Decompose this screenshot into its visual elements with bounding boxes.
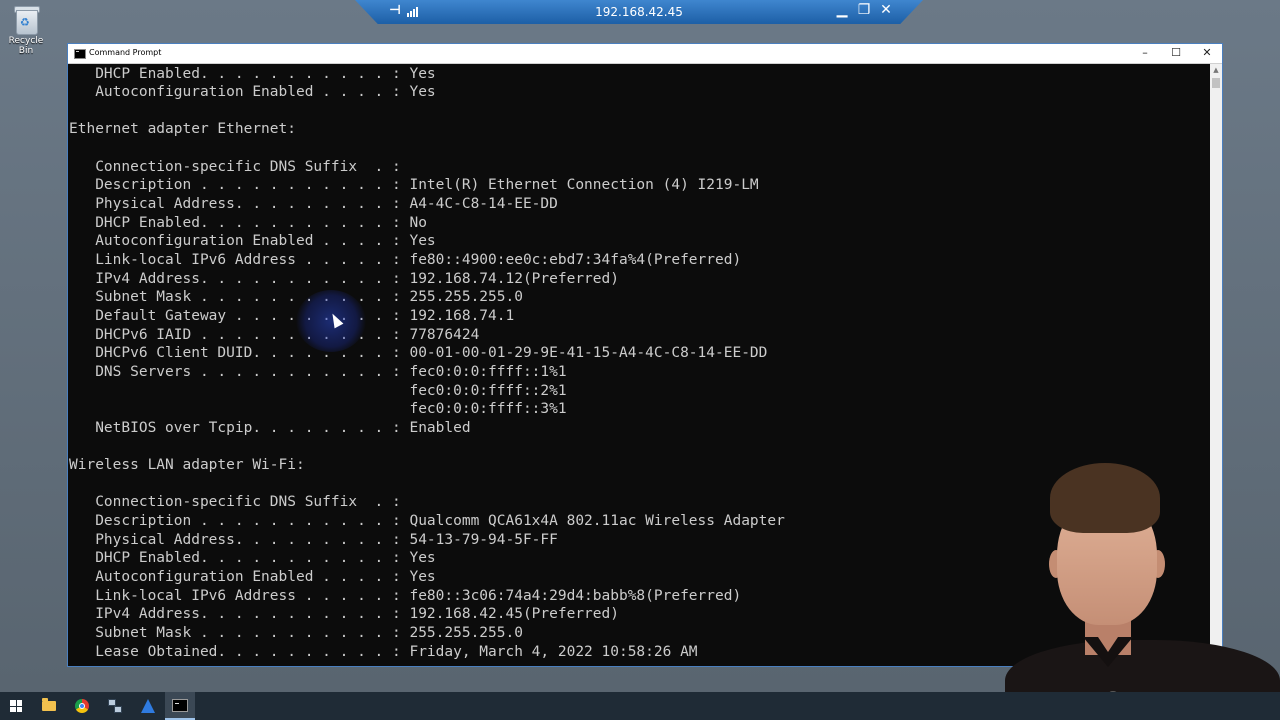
console-line: Link-local IPv6 Address . . . . . : fe80… — [69, 587, 742, 604]
console-line: DNS Servers . . . . . . . . . . . : fec0… — [69, 363, 567, 380]
console-line: Physical Address. . . . . . . . . : A4-4… — [69, 196, 558, 213]
recycle-bin-icon: ♻ — [13, 4, 40, 35]
presenter-video-overlay — [1005, 455, 1280, 720]
chrome-icon — [75, 699, 89, 713]
taskbar-command-prompt[interactable] — [165, 692, 195, 720]
sail-app-icon — [141, 699, 155, 713]
file-explorer-icon — [42, 698, 56, 711]
minimize-icon[interactable]: ▁ — [833, 2, 851, 18]
maximize-button[interactable]: ☐ — [1161, 44, 1191, 63]
console-line: Connection-specific DNS Suffix . : — [69, 158, 401, 175]
window-titlebar[interactable]: Command Prompt – ☐ ✕ — [68, 44, 1222, 64]
console-line: DHCP Enabled. . . . . . . . . . . : No — [69, 214, 427, 231]
command-prompt-icon — [74, 49, 86, 59]
console-line: IPv4 Address. . . . . . . . . . . : 192.… — [69, 606, 619, 623]
scroll-up-icon[interactable]: ▲ — [1210, 64, 1222, 76]
console-line: fec0:0:0:ffff::2%1 — [69, 382, 567, 399]
window-title: Command Prompt — [89, 48, 162, 57]
close-icon[interactable]: ✕ — [877, 2, 895, 18]
console-line: Subnet Mask . . . . . . . . . . . : 255.… — [69, 289, 523, 306]
taskbar — [0, 692, 1280, 720]
network-icon — [108, 699, 122, 713]
console-line: Link-local IPv6 Address . . . . . : fe80… — [69, 252, 742, 268]
console-line: NetBIOS over Tcpip. . . . . . . . : Enab… — [69, 419, 471, 436]
console-line: Autoconfiguration Enabled . . . . : Yes — [69, 233, 436, 250]
console-line: fec0:0:0:ffff::3%1 — [69, 401, 567, 418]
recycle-bin[interactable]: ♻ Recycle Bin — [2, 4, 50, 56]
minimize-button[interactable]: – — [1130, 44, 1160, 63]
taskbar-chrome[interactable] — [67, 692, 97, 720]
console-line: DHCP Enabled. . . . . . . . . . . : Yes — [69, 65, 436, 82]
console-line: Connection-specific DNS Suffix . : — [69, 494, 401, 511]
taskbar-sail-app[interactable] — [133, 692, 163, 720]
console-line: Default Gateway . . . . . . . . . : 192.… — [69, 307, 515, 324]
console-line: DHCPv6 IAID . . . . . . . . . . . : 7787… — [69, 326, 480, 343]
console-line: Ethernet adapter Ethernet: — [69, 121, 296, 138]
remote-desktop-connection-bar: ⊣ 192.168.42.45 ▁ ❐ ✕ — [355, 0, 923, 24]
recycle-bin-label: Recycle Bin — [8, 36, 44, 56]
console-line: Description . . . . . . . . . . . : Inte… — [69, 177, 759, 194]
console-line: Wireless LAN adapter Wi-Fi: — [69, 457, 305, 474]
restore-icon[interactable]: ❐ — [855, 2, 873, 18]
console-line: DHCPv6 Client DUID. . . . . . . . : 00-0… — [69, 345, 768, 362]
console-line: IPv4 Address. . . . . . . . . . . : 192.… — [69, 270, 619, 287]
scrollbar-thumb[interactable] — [1212, 78, 1220, 88]
console-line: Autoconfiguration Enabled . . . . : Yes — [69, 84, 436, 101]
console-line: Subnet Mask . . . . . . . . . . . : 255.… — [69, 625, 523, 641]
taskbar-file-explorer[interactable] — [34, 692, 64, 720]
console-line: Description . . . . . . . . . . . : Qual… — [69, 513, 785, 530]
console-line: Autoconfiguration Enabled . . . . : Yes — [69, 569, 436, 586]
close-button[interactable]: ✕ — [1192, 44, 1222, 63]
console-line: Lease Obtained. . . . . . . . . . : Frid… — [69, 643, 698, 660]
console-line: Physical Address. . . . . . . . . : 54-1… — [69, 531, 558, 548]
start-button[interactable] — [1, 692, 31, 720]
console-line: DHCP Enabled. . . . . . . . . . . : Yes — [69, 550, 436, 567]
start-icon — [10, 700, 22, 712]
command-prompt-icon — [172, 698, 188, 712]
taskbar-network-app[interactable] — [100, 692, 130, 720]
